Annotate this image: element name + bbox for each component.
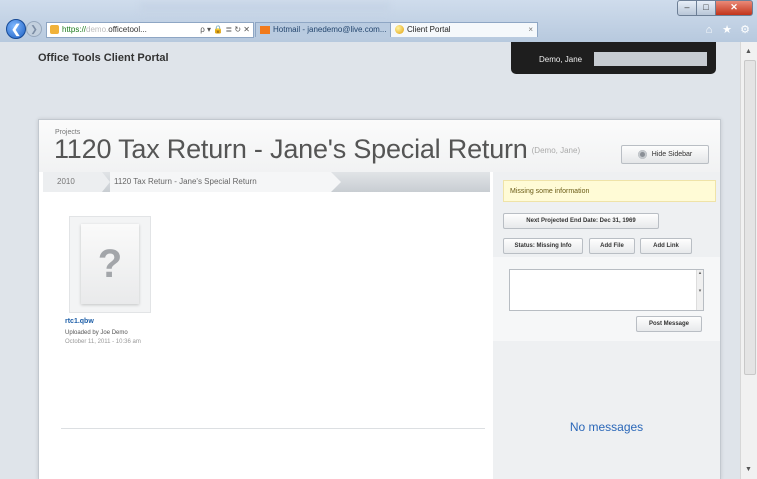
project-client: (Demo, Jane) (531, 146, 581, 156)
tab-label: Client Portal (407, 25, 451, 34)
close-button[interactable]: ✕ (715, 0, 753, 16)
message-composer: ▴ ▾ Post Message (493, 257, 720, 341)
no-messages-text: No messages (569, 420, 644, 434)
tab-label: Hotmail - janedemo@live.com... (273, 25, 387, 34)
project-header: Projects 1120 Tax Return - Jane's Specia… (39, 120, 720, 172)
page-viewport: Office Tools Client Portal Demo, Jane Pr… (10, 42, 739, 479)
scroll-down-icon[interactable]: ▼ (745, 466, 752, 473)
site-favicon-icon (50, 25, 59, 35)
app-title[interactable]: Office Tools Client Portal (38, 52, 169, 64)
address-host: officetool... (108, 25, 147, 34)
breadcrumb-separator (102, 172, 110, 192)
browser-chrome: ❮ ❯ https://demo.officetool... ρ ▾ 🔒 ≣ ↻… (0, 0, 757, 42)
user-name[interactable]: Demo, Jane (539, 55, 582, 64)
breadcrumb-separator (331, 172, 341, 192)
file-date: October 11, 2011 - 10:36 am (65, 339, 141, 345)
breadcrumb: 2010 1120 Tax Return - Jane's Special Re… (43, 172, 490, 192)
textarea-scrollbar[interactable]: ▴ ▾ (696, 270, 703, 310)
scrollbar-thumb[interactable] (744, 60, 756, 375)
breadcrumb-item-year[interactable]: 2010 (57, 172, 75, 192)
address-hidden-part: demo. (86, 25, 109, 34)
window-title-bar (140, 3, 390, 13)
tab-hotmail[interactable]: Hotmail - janedemo@live.com... (255, 22, 395, 37)
home-icon[interactable]: ⌂ (703, 24, 715, 36)
address-scheme: https:// (62, 25, 87, 34)
page-scrollbar[interactable]: ▲ ▼ (740, 42, 757, 479)
ie-favicon-icon (395, 25, 404, 35)
tab-client-portal[interactable]: Client Portal × (390, 22, 538, 37)
hide-sidebar-button[interactable]: Hide Sidebar (621, 145, 709, 164)
address-bar[interactable]: https://demo.officetool... ρ ▾ 🔒 ≣ ↻ ✕ (46, 22, 254, 38)
user-bar: Demo, Jane (511, 42, 716, 74)
unknown-file-icon: ? (81, 224, 139, 304)
message-input[interactable]: ▴ ▾ (509, 269, 704, 311)
minimize-button[interactable]: – (677, 0, 697, 16)
content-divider (61, 428, 485, 429)
hotmail-favicon-icon (260, 25, 270, 34)
status-button[interactable]: Status: Missing Info (503, 238, 583, 254)
post-message-button[interactable]: Post Message (636, 316, 702, 332)
user-menu[interactable] (594, 52, 707, 66)
gear-icon (637, 149, 647, 159)
add-file-button[interactable]: Add File (589, 238, 635, 254)
file-thumbnail[interactable]: ? (69, 216, 151, 313)
file-meta: Uploaded by Joe Demo October 11, 2011 - … (65, 329, 160, 347)
tools-gear-icon[interactable]: ⚙ (739, 24, 751, 36)
address-controls[interactable]: ρ ▾ 🔒 ≣ ↻ ✕ (200, 23, 250, 37)
maximize-button[interactable]: □ (696, 0, 716, 16)
favorites-star-icon[interactable]: ★ (721, 24, 733, 36)
scroll-up-icon[interactable]: ▲ (745, 48, 752, 55)
project-sidebar: Missing some information Next Projected … (493, 172, 720, 479)
add-link-button[interactable]: Add Link (640, 238, 692, 254)
page-title: 1120 Tax Return - Jane's Special Return(… (54, 134, 580, 165)
forward-arrow-icon[interactable]: ❯ (26, 21, 42, 37)
project-panel: Projects 1120 Tax Return - Jane's Specia… (38, 119, 721, 479)
hide-sidebar-label: Hide Sidebar (651, 151, 693, 158)
file-uploader: Uploaded by Joe Demo (65, 330, 128, 336)
tab-close-icon[interactable]: × (528, 23, 533, 37)
end-date-button[interactable]: Next Projected End Date: Dec 31, 1969 (503, 213, 659, 229)
breadcrumb-item-project[interactable]: 1120 Tax Return - Jane's Special Return (114, 172, 257, 192)
project-title-text: 1120 Tax Return - Jane's Special Return (54, 134, 528, 164)
back-arrow-icon[interactable]: ❮ (6, 19, 26, 39)
file-name-link[interactable]: rtc1.qbw (65, 318, 94, 325)
status-alert: Missing some information (503, 180, 716, 202)
